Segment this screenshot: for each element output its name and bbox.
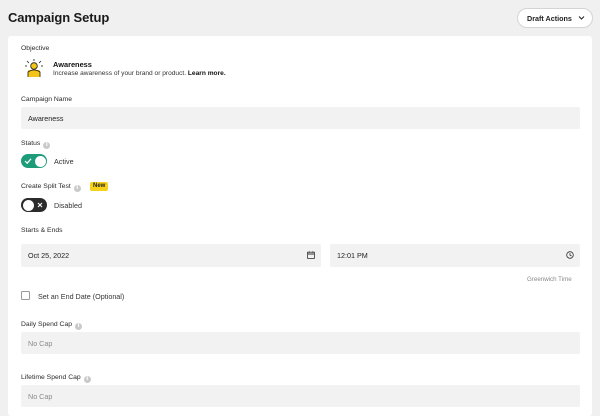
lifetime-spend-cap-placeholder: No Cap (28, 391, 53, 401)
split-test-label-text: Create Split Test (21, 183, 71, 190)
objective-description-text: Increase awareness of your brand or prod… (53, 70, 187, 77)
new-badge: New (90, 182, 109, 191)
campaign-name-value: Awareness (28, 113, 64, 123)
info-icon[interactable]: i (73, 185, 81, 192)
start-date-input[interactable]: Oct 25, 2022 (21, 244, 321, 267)
toggle-knob (22, 199, 34, 211)
draft-actions-button[interactable]: Draft Actions (517, 8, 593, 28)
daily-spend-cap-label: Daily Spend Cap i (21, 321, 83, 330)
starts-ends-label: Starts & Ends (21, 227, 63, 234)
split-test-toggle[interactable] (21, 198, 47, 212)
split-test-label: Create Split Test i (21, 183, 81, 192)
objective-label: Objective (21, 45, 50, 52)
status-label-text: Status (21, 140, 41, 147)
daily-spend-cap-placeholder: No Cap (28, 338, 53, 348)
learn-more-link[interactable]: Learn more. (188, 70, 226, 77)
timezone-text: Greenwich Time (527, 276, 572, 283)
end-date-option-label: Set an End Date (Optional) (38, 292, 125, 301)
lifetime-spend-cap-label: Lifetime Spend Cap i (21, 374, 91, 383)
info-icon[interactable]: i (75, 323, 83, 330)
campaign-name-input[interactable]: Awareness (21, 107, 580, 129)
objective-title: Awareness (53, 60, 92, 69)
status-toggle[interactable] (21, 154, 47, 168)
calendar-icon[interactable] (307, 251, 315, 259)
x-icon (37, 202, 43, 208)
check-icon (24, 158, 32, 165)
info-icon[interactable]: i (83, 376, 91, 383)
objective-description: Increase awareness of your brand or prod… (53, 70, 226, 77)
lifetime-spend-cap-input[interactable]: No Cap (21, 385, 580, 407)
megaphone-person-icon (25, 59, 43, 77)
status-label: Status i (21, 140, 51, 149)
status-state-text: Active (54, 157, 74, 166)
chevron-down-icon (578, 16, 585, 20)
start-date-value: Oct 25, 2022 (28, 251, 70, 260)
end-date-checkbox[interactable] (21, 291, 30, 300)
page-header: Campaign Setup Draft Actions (0, 0, 600, 36)
split-test-state-text: Disabled (54, 201, 82, 210)
page-title: Campaign Setup (8, 10, 110, 25)
daily-spend-cap-input[interactable]: No Cap (21, 332, 580, 354)
start-time-value: 12:01 PM (337, 251, 368, 260)
draft-actions-label: Draft Actions (527, 13, 572, 23)
toggle-knob (34, 155, 46, 167)
info-icon[interactable]: i (43, 142, 51, 149)
campaign-name-label: Campaign Name (21, 96, 72, 103)
clock-icon[interactable] (566, 251, 574, 259)
start-time-input[interactable]: 12:01 PM (330, 244, 580, 267)
campaign-form: Objective Awareness Increase awareness o… (8, 36, 592, 416)
daily-spend-cap-label-text: Daily Spend Cap (21, 321, 73, 328)
lifetime-spend-cap-label-text: Lifetime Spend Cap (21, 374, 81, 381)
